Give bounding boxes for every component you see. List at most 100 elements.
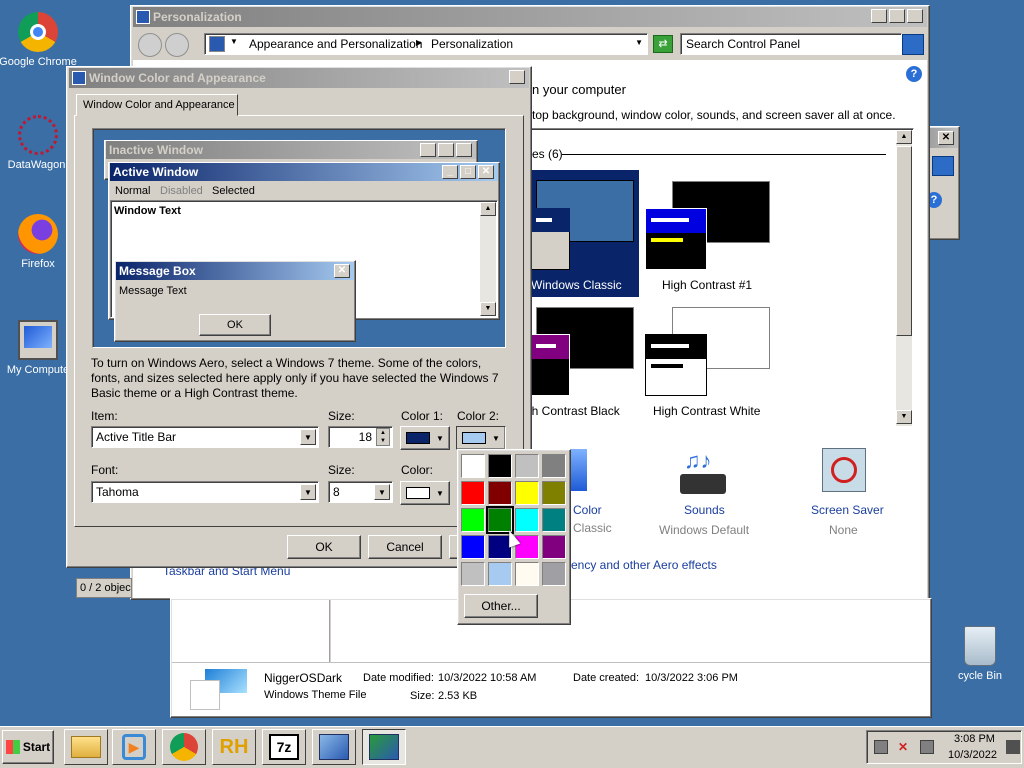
breadcrumb-item[interactable]: Personalization bbox=[431, 37, 513, 51]
color-swatch[interactable] bbox=[461, 562, 485, 586]
color-swatch[interactable] bbox=[461, 508, 485, 532]
minimize-button[interactable]: _ bbox=[871, 9, 887, 23]
color-swatch[interactable] bbox=[515, 481, 539, 505]
screen-saver-sub: None bbox=[829, 523, 858, 537]
control-panel-icon bbox=[319, 734, 349, 760]
ok-button[interactable]: OK bbox=[287, 535, 361, 559]
chevron-down-icon[interactable]: ▼ bbox=[635, 38, 643, 47]
sounds-link[interactable]: Sounds bbox=[684, 503, 725, 517]
color-swatch[interactable] bbox=[461, 481, 485, 505]
taskbar-7zip[interactable]: 7z bbox=[262, 729, 306, 765]
screen-saver-icon[interactable] bbox=[822, 448, 866, 492]
color-swatch[interactable] bbox=[515, 508, 539, 532]
desktop-icon-recycle-bin[interactable]: cycle Bin bbox=[940, 626, 1020, 682]
color1-picker[interactable]: ▼ bbox=[400, 426, 450, 450]
font-select[interactable]: Tahoma ▼ bbox=[91, 481, 319, 503]
nav-back-button[interactable] bbox=[138, 33, 162, 57]
divider bbox=[562, 154, 886, 155]
taskbar-explorer[interactable] bbox=[64, 729, 108, 765]
start-button[interactable]: Start bbox=[2, 730, 54, 764]
breadcrumb-separator-icon[interactable]: ▶ bbox=[416, 38, 422, 47]
volume-muted-icon[interactable]: ✕ bbox=[898, 740, 912, 754]
color-swatch[interactable] bbox=[488, 562, 512, 586]
window-color-icon[interactable] bbox=[568, 448, 588, 492]
maximize-button[interactable]: □ bbox=[889, 9, 905, 23]
color-swatch[interactable] bbox=[488, 481, 512, 505]
chevron-down-icon[interactable]: ▼ bbox=[374, 484, 390, 500]
search-input[interactable]: Search Control Panel bbox=[680, 33, 902, 55]
color-swatch[interactable] bbox=[542, 508, 566, 532]
taskbar-control-panel[interactable] bbox=[312, 729, 356, 765]
font-color-label: Color: bbox=[401, 463, 434, 477]
aero-link[interactable]: rency and other Aero effects bbox=[567, 558, 717, 572]
search-icon[interactable] bbox=[932, 156, 954, 176]
clock-time[interactable]: 3:08 PM bbox=[954, 733, 995, 745]
datawagon-icon bbox=[18, 115, 58, 155]
color-swatch[interactable] bbox=[542, 481, 566, 505]
color-swatch[interactable] bbox=[486, 506, 514, 534]
close-button[interactable]: ✕ bbox=[938, 131, 954, 145]
screen-saver-link[interactable]: Screen Saver bbox=[811, 503, 884, 517]
window-title: Personalization bbox=[153, 10, 242, 24]
color-swatch[interactable] bbox=[542, 454, 566, 478]
sounds-icon[interactable]: ♫♪ bbox=[680, 448, 726, 494]
explorer-files-pane bbox=[331, 600, 930, 662]
explorer-nav-pane bbox=[172, 600, 330, 662]
close-icon: ✕ bbox=[456, 143, 472, 157]
show-desktop-icon[interactable] bbox=[1006, 740, 1020, 754]
close-icon: ✕ bbox=[478, 165, 494, 179]
breadcrumb-item[interactable]: Appearance and Personalization bbox=[249, 37, 422, 51]
font-color-swatch bbox=[406, 487, 430, 499]
close-button[interactable]: ✕ bbox=[907, 9, 923, 23]
color-swatch[interactable] bbox=[542, 562, 566, 586]
desktop-icon-chrome[interactable]: Google Chrome bbox=[0, 12, 78, 68]
theme-label: gh Contrast Black bbox=[525, 404, 620, 418]
theme-thumbnail-bar bbox=[651, 218, 689, 222]
themes-group-header: es (6) bbox=[532, 147, 563, 161]
color-swatch[interactable] bbox=[515, 562, 539, 586]
taskbar-personalization[interactable] bbox=[362, 729, 406, 765]
item-label: Item: bbox=[91, 409, 118, 423]
color2-picker[interactable]: ▼ bbox=[456, 426, 506, 450]
taskbar-resource-hacker[interactable]: RH bbox=[212, 729, 256, 765]
close-icon: ✕ bbox=[334, 264, 350, 278]
cancel-button[interactable]: Cancel bbox=[368, 535, 442, 559]
help-icon[interactable]: ? bbox=[906, 66, 922, 82]
preview-ok-button: OK bbox=[199, 314, 271, 336]
color-swatch[interactable] bbox=[515, 454, 539, 478]
scroll-down-button[interactable]: ▼ bbox=[896, 410, 912, 424]
size-stepper[interactable]: 18 ▲ ▼ bbox=[328, 426, 393, 448]
item-select[interactable]: Active Title Bar ▼ bbox=[91, 426, 319, 448]
scroll-thumb[interactable] bbox=[896, 146, 912, 336]
taskbar-chrome[interactable] bbox=[162, 729, 206, 765]
search-icon[interactable] bbox=[902, 34, 924, 55]
window-color-link[interactable]: Color bbox=[573, 503, 602, 517]
refresh-icon[interactable]: ⇄ bbox=[653, 35, 673, 53]
font-size-label: Size: bbox=[328, 463, 355, 477]
clock-date[interactable]: 10/3/2022 bbox=[948, 749, 997, 761]
stepper-arrows-icon[interactable]: ▲ ▼ bbox=[376, 428, 390, 446]
sounds-sub: Windows Default bbox=[659, 523, 750, 537]
color-swatch[interactable] bbox=[488, 454, 512, 478]
7zip-icon: 7z bbox=[269, 734, 299, 760]
action-center-icon[interactable] bbox=[920, 740, 934, 754]
font-color-picker[interactable]: ▼ bbox=[400, 481, 450, 505]
chevron-down-icon[interactable]: ▼ bbox=[300, 429, 316, 445]
color-swatch[interactable] bbox=[542, 535, 566, 559]
chevron-down-icon[interactable]: ▼ bbox=[230, 37, 238, 46]
network-icon[interactable] bbox=[874, 740, 888, 754]
theme-thumbnail-bar bbox=[651, 364, 683, 368]
color-swatch[interactable] bbox=[461, 454, 485, 478]
resource-hacker-icon: RH bbox=[219, 735, 249, 758]
address-bar[interactable]: ▼ Appearance and Personalization ▶ Perso… bbox=[204, 33, 648, 55]
dialog-tab[interactable]: Window Color and Appearance bbox=[76, 94, 238, 116]
taskbar-media-player[interactable]: ▶ bbox=[112, 729, 156, 765]
other-colors-button[interactable]: Other... bbox=[464, 594, 538, 618]
close-button[interactable]: ✕ bbox=[509, 70, 525, 84]
nav-forward-button[interactable] bbox=[165, 33, 189, 57]
size-label: Size: bbox=[410, 690, 435, 702]
scroll-up-button[interactable]: ▲ bbox=[896, 130, 912, 144]
chevron-down-icon[interactable]: ▼ bbox=[300, 484, 316, 500]
color-swatch[interactable] bbox=[461, 535, 485, 559]
font-size-select[interactable]: 8 ▼ bbox=[328, 481, 393, 503]
